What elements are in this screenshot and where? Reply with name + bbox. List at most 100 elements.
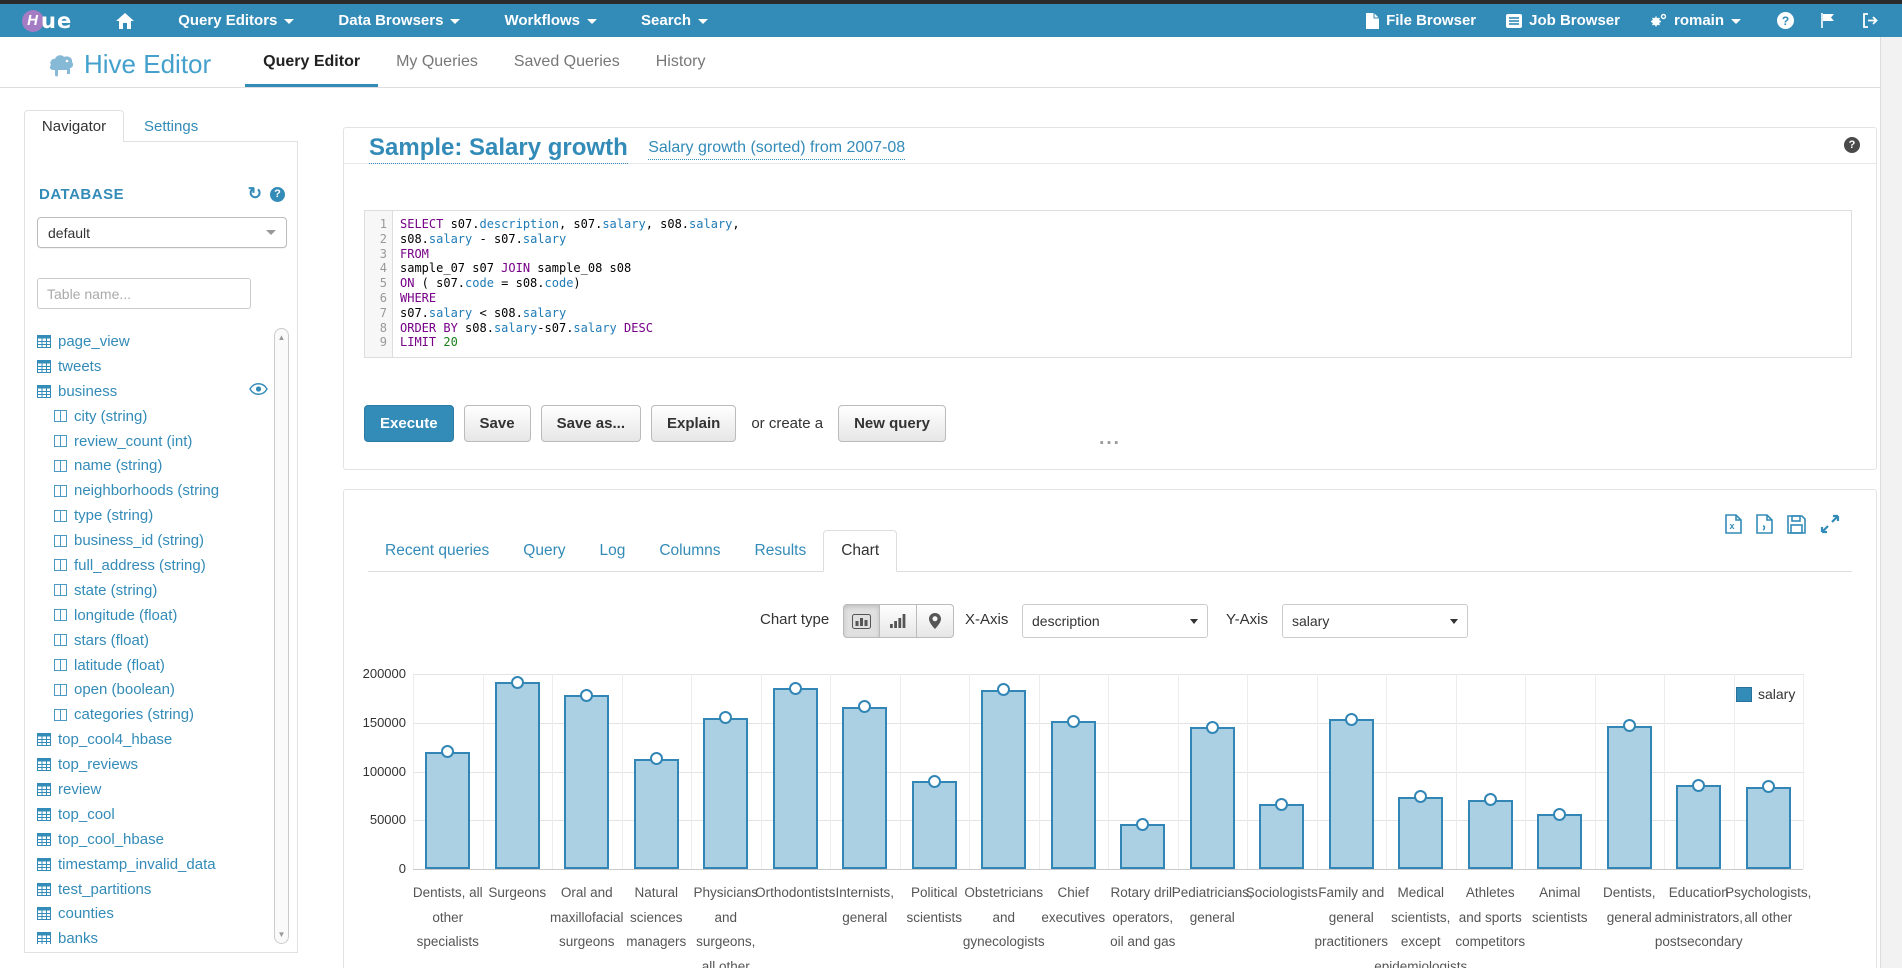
table-item-top-cool4-hbase[interactable]: top_cool4_hbase: [25, 727, 273, 752]
tab-query-editor[interactable]: Query Editor: [245, 53, 378, 87]
gridline: [969, 674, 970, 869]
table-item-banks[interactable]: banks: [25, 926, 273, 944]
database-help-icon[interactable]: ?: [270, 187, 285, 202]
explain-button[interactable]: Explain: [651, 405, 736, 442]
eye-icon[interactable]: [249, 383, 268, 395]
new-query-button[interactable]: New query: [838, 405, 946, 442]
save-as-button[interactable]: Save as...: [541, 405, 641, 442]
navbar-link-job-browser[interactable]: Job Browser: [1506, 12, 1620, 29]
bar[interactable]: [1746, 787, 1791, 869]
resize-handle[interactable]: ...: [1099, 434, 1121, 444]
help-icon[interactable]: ?: [1777, 12, 1794, 29]
column-item-neighborhoods-string[interactable]: neighborhoods (string: [25, 478, 273, 503]
bar[interactable]: [842, 707, 887, 869]
item-label: top_cool: [58, 806, 115, 823]
column-item-full-address-string[interactable]: full_address (string): [25, 553, 273, 578]
query-title[interactable]: Sample: Salary growth: [369, 134, 628, 164]
bar[interactable]: [564, 695, 609, 869]
column-item-categories-string[interactable]: categories (string): [25, 702, 273, 727]
item-label: timestamp_invalid_data: [58, 856, 216, 873]
column-item-state-string[interactable]: state (string): [25, 578, 273, 603]
bar[interactable]: [1676, 785, 1721, 869]
bar[interactable]: [1468, 800, 1513, 869]
tab-my-queries[interactable]: My Queries: [378, 53, 496, 87]
code-line: s08.salary - s07.salary: [400, 232, 1851, 247]
table-item-top-cool[interactable]: top_cool: [25, 802, 273, 827]
sql-editor[interactable]: 123456789 SELECT s07.description, s07.sa…: [364, 210, 1852, 358]
hue-logo[interactable]: Hue: [22, 9, 72, 33]
bar[interactable]: [703, 718, 748, 869]
sql-code[interactable]: SELECT s07.description, s07.salary, s08.…: [393, 211, 1851, 357]
table-item-timestamp-invalid-data[interactable]: timestamp_invalid_data: [25, 852, 273, 877]
column-item-name-string[interactable]: name (string): [25, 453, 273, 478]
table-item-review[interactable]: review: [25, 777, 273, 802]
sidebar-scrollbar[interactable]: ▲ ▼: [274, 328, 289, 944]
bar[interactable]: [1190, 727, 1235, 869]
page-scrollbar[interactable]: [1880, 37, 1902, 968]
file-icon: [1366, 13, 1379, 29]
table-item-page-view[interactable]: page_view: [25, 329, 273, 354]
column-icon: [54, 584, 67, 596]
table-item-top-cool-hbase[interactable]: top_cool_hbase: [25, 827, 273, 852]
item-label: open (boolean): [74, 681, 175, 698]
column-item-review-count-int[interactable]: review_count (int): [25, 429, 273, 454]
bar[interactable]: [981, 690, 1026, 869]
database-select[interactable]: default: [37, 217, 287, 248]
bar[interactable]: [1537, 814, 1582, 869]
tab-settings[interactable]: Settings: [144, 118, 198, 135]
bar[interactable]: [1398, 797, 1443, 869]
table-item-top-reviews[interactable]: top_reviews: [25, 752, 273, 777]
table-filter-input[interactable]: [37, 278, 251, 309]
item-label: stars (float): [74, 632, 149, 649]
tab-saved-queries[interactable]: Saved Queries: [496, 53, 638, 87]
menu-data-browsers[interactable]: Data Browsers: [338, 12, 460, 29]
scroll-up-icon[interactable]: ▲: [275, 333, 288, 342]
tab-history[interactable]: History: [638, 53, 724, 87]
tab-navigator[interactable]: Navigator: [24, 110, 124, 142]
y-axis-tick: 150000: [344, 715, 406, 730]
table-item-counties[interactable]: counties: [25, 901, 273, 926]
column-item-latitude-float[interactable]: latitude (float): [25, 653, 273, 678]
bar[interactable]: [425, 752, 470, 869]
table-item-tweets[interactable]: tweets: [25, 354, 273, 379]
save-button[interactable]: Save: [464, 405, 531, 442]
bar[interactable]: [1607, 726, 1652, 869]
bar[interactable]: [1259, 804, 1304, 869]
navbar-link-romain[interactable]: romain: [1650, 12, 1741, 29]
refresh-icon[interactable]: ↻: [248, 184, 262, 204]
flags-icon[interactable]: [1820, 13, 1836, 28]
execute-button[interactable]: Execute: [364, 405, 454, 442]
navbar-link-file-browser[interactable]: File Browser: [1366, 12, 1476, 29]
bar[interactable]: [1120, 824, 1165, 869]
bar[interactable]: [1051, 721, 1096, 869]
column-item-city-string[interactable]: city (string): [25, 404, 273, 429]
query-subtitle[interactable]: Salary growth (sorted) from 2007-08: [648, 139, 905, 160]
gridline: [1456, 674, 1457, 869]
home-icon[interactable]: [116, 13, 134, 29]
line-number: 2: [365, 232, 387, 247]
bar-marker: [928, 775, 941, 788]
column-item-stars-float[interactable]: stars (float): [25, 628, 273, 653]
column-item-type-string[interactable]: type (string): [25, 503, 273, 528]
bar[interactable]: [1329, 719, 1374, 869]
column-item-open-boolean[interactable]: open (boolean): [25, 677, 273, 702]
table-icon: [37, 758, 51, 771]
database-select-value: default: [48, 225, 90, 241]
table-item-business[interactable]: business: [25, 379, 273, 404]
menu-search[interactable]: Search: [641, 12, 708, 29]
gridline: [552, 674, 553, 869]
help-icon[interactable]: ?: [1844, 137, 1860, 153]
bar-marker: [511, 676, 524, 689]
bar[interactable]: [634, 759, 679, 869]
chevron-down-icon: [698, 19, 708, 24]
bar[interactable]: [495, 682, 540, 869]
column-item-longitude-float[interactable]: longitude (float): [25, 603, 273, 628]
menu-query-editors[interactable]: Query Editors: [178, 12, 294, 29]
table-item-test-partitions[interactable]: test_partitions: [25, 877, 273, 902]
menu-workflows[interactable]: Workflows: [504, 12, 597, 29]
bar[interactable]: [912, 781, 957, 869]
column-item-business-id-string[interactable]: business_id (string): [25, 528, 273, 553]
logout-icon[interactable]: [1862, 13, 1878, 28]
scroll-down-icon[interactable]: ▼: [275, 930, 288, 939]
bar[interactable]: [773, 688, 818, 869]
